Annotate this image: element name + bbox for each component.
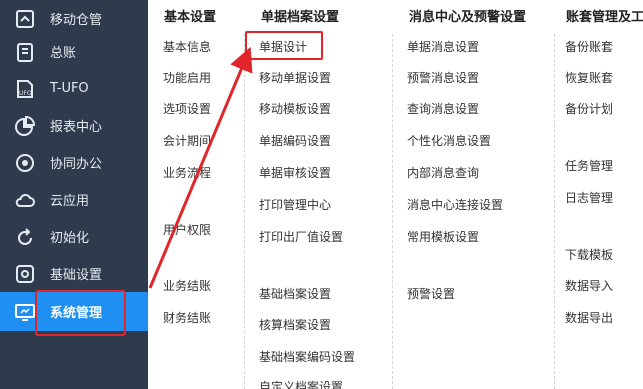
menu-link-print-factory-settings[interactable]: 打印出厂值设置: [259, 228, 343, 245]
sidebar-item-label: 初始化: [50, 231, 90, 246]
menu-link-user-permissions[interactable]: 用户权限: [163, 221, 211, 238]
menu-link-business-process[interactable]: 业务流程: [163, 164, 211, 181]
column-divider: [244, 34, 245, 389]
menu-link-backup-account-set[interactable]: 备份账套: [565, 38, 613, 55]
pie-chart-icon: [14, 115, 36, 137]
refresh-icon: [14, 226, 36, 248]
menu-link-document-message-settings[interactable]: 单据消息设置: [407, 38, 479, 55]
sidebar-item-label: 基础设置: [50, 268, 103, 283]
menu-link-custom-archive-settings[interactable]: 自定义档案设置: [259, 378, 343, 389]
sidebar-item-t-ufo[interactable]: UFO T-UFO: [0, 70, 148, 107]
sidebar-item-mobile-warehouse[interactable]: 移动仓管: [0, 0, 148, 37]
menu-link-data-export[interactable]: 数据导出: [565, 309, 613, 326]
menu-link-option-settings[interactable]: 选项设置: [163, 100, 211, 117]
sidebar-item-label: 报表中心: [50, 120, 103, 135]
menu-link-accounting-archive-settings[interactable]: 核算档案设置: [259, 316, 331, 333]
menu-link-financial-closing[interactable]: 财务结账: [163, 309, 211, 326]
sidebar-item-collaboration[interactable]: 协同办公: [0, 144, 148, 181]
menu-link-mobile-template-settings[interactable]: 移动模板设置: [259, 100, 331, 117]
menu-link-alert-settings[interactable]: 预警设置: [407, 285, 455, 302]
menu-link-basic-info[interactable]: 基本信息: [163, 38, 211, 55]
sidebar-item-label: T-UFO: [50, 81, 89, 96]
menu-link-accounting-period[interactable]: 会计期间: [163, 132, 211, 149]
sidebar-item-label: 协同办公: [50, 157, 103, 172]
menu-link-document-review-settings[interactable]: 单据审核设置: [259, 164, 331, 181]
sidebar-item-label: 云应用: [50, 194, 90, 209]
menu-link-feature-enable[interactable]: 功能启用: [163, 69, 211, 86]
column-divider: [392, 34, 393, 389]
ufo-report-icon: UFO: [14, 78, 36, 100]
highlight-box-system-management: [35, 290, 126, 336]
menu-link-basic-archive-code-settings[interactable]: 基础档案编码设置: [259, 348, 355, 365]
menu-link-log-management[interactable]: 日志管理: [565, 189, 613, 206]
menu-link-basic-archive-settings[interactable]: 基础档案设置: [259, 285, 331, 302]
svg-text:UFO: UFO: [19, 90, 32, 97]
menu-link-data-import[interactable]: 数据导入: [565, 277, 613, 294]
menu-link-document-code-settings[interactable]: 单据编码设置: [259, 132, 331, 149]
menu-link-personalized-message-settings[interactable]: 个性化消息设置: [407, 132, 491, 149]
menu-link-task-management[interactable]: 任务管理: [565, 157, 613, 174]
menu-link-alert-message-settings[interactable]: 预警消息设置: [407, 69, 479, 86]
menu-link-business-closing[interactable]: 业务结账: [163, 277, 211, 294]
menu-link-backup-plan[interactable]: 备份计划: [565, 100, 613, 117]
sidebar-item-report-center[interactable]: 报表中心: [0, 107, 148, 144]
highlight-box-document-design: [245, 31, 323, 60]
sidebar-item-label: 移动仓管: [50, 13, 103, 28]
menu-link-internal-message-query[interactable]: 内部消息查询: [407, 164, 479, 181]
sidebar-item-label: 总账: [50, 46, 77, 61]
warehouse-icon: [14, 8, 36, 30]
sidebar-item-general-ledger[interactable]: 总账: [0, 33, 148, 70]
sidebar-item-basic-settings[interactable]: 基础设置: [0, 255, 148, 292]
menu-link-query-message-settings[interactable]: 查询消息设置: [407, 100, 479, 117]
sidebar-item-initialize[interactable]: 初始化: [0, 218, 148, 255]
monitor-icon: [14, 301, 36, 323]
column-heading-account-set-management: 账套管理及工: [566, 10, 643, 25]
ledger-icon: [14, 41, 36, 63]
gear-icon: [14, 263, 36, 285]
menu-link-message-center-connection[interactable]: 消息中心连接设置: [407, 196, 503, 213]
menu-link-print-management-center[interactable]: 打印管理中心: [259, 196, 331, 213]
menu-link-download-template[interactable]: 下载模板: [565, 246, 613, 263]
collaboration-icon: [14, 152, 36, 174]
mega-menu-panel: 基本设置 基本信息 功能启用 选项设置 会计期间 业务流程 用户权限 业务结账 …: [148, 0, 643, 389]
menu-link-common-template-settings[interactable]: 常用模板设置: [407, 228, 479, 245]
cloud-icon: [14, 189, 36, 211]
column-divider: [554, 34, 555, 389]
column-heading-message-center-alerts: 消息中心及预警设置: [409, 10, 527, 25]
menu-link-mobile-document-settings[interactable]: 移动单据设置: [259, 69, 331, 86]
sidebar-item-cloud-apps[interactable]: 云应用: [0, 181, 148, 218]
column-heading-document-archive-settings: 单据档案设置: [261, 10, 340, 25]
column-heading-basic-settings: 基本设置: [164, 10, 217, 25]
menu-link-restore-account-set[interactable]: 恢复账套: [565, 69, 613, 86]
